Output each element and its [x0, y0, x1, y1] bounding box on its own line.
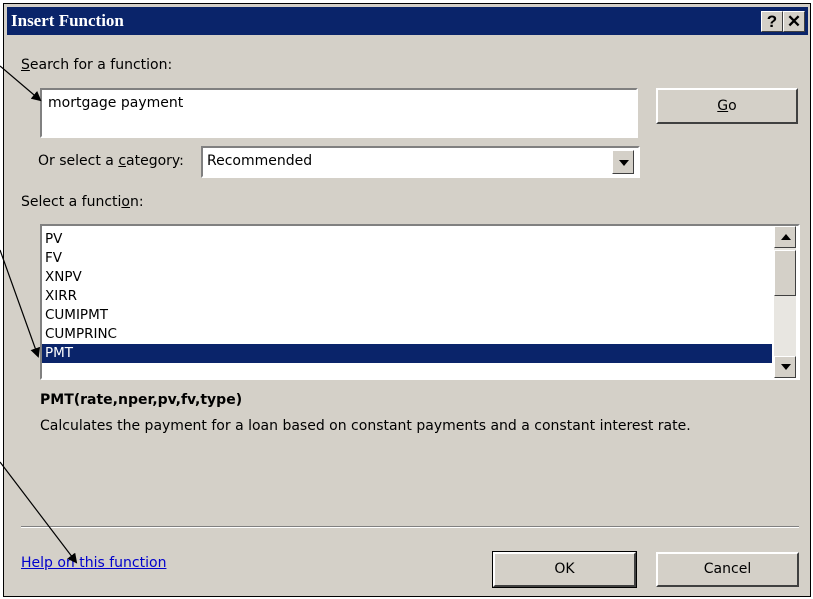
function-item-pv[interactable]: PV: [42, 230, 772, 249]
function-item-fv[interactable]: FV: [42, 249, 772, 268]
insert-function-dialog: Insert Function ? ✕ Search for a functio…: [3, 3, 811, 597]
scroll-thumb[interactable]: [774, 250, 796, 296]
help-icon: ?: [766, 12, 778, 31]
footer-divider: [21, 526, 799, 528]
help-on-function-link[interactable]: Help on this function: [21, 555, 166, 571]
cancel-button[interactable]: Cancel: [656, 552, 799, 587]
category-select[interactable]: Recommended: [201, 146, 640, 178]
scroll-down-button[interactable]: [774, 356, 796, 378]
function-list-items: PV FV XNPV XIRR CUMIPMT CUMPRINC PMT: [42, 230, 772, 363]
function-item-pmt[interactable]: PMT: [42, 344, 772, 363]
dialog-title: Insert Function: [11, 11, 124, 30]
function-item-cumipmt[interactable]: CUMIPMT: [42, 306, 772, 325]
close-button[interactable]: ✕: [783, 11, 805, 32]
category-selected: Recommended: [207, 153, 313, 169]
chevron-up-icon: [781, 234, 791, 240]
close-icon: ✕: [786, 12, 802, 31]
function-list-label: Select a function:: [21, 194, 144, 210]
help-button[interactable]: ?: [761, 11, 783, 32]
function-list-scrollbar[interactable]: [774, 226, 796, 378]
chevron-down-icon: [619, 160, 629, 166]
search-label-rest: earch for a function:: [29, 57, 173, 73]
function-list[interactable]: PV FV XNPV XIRR CUMIPMT CUMPRINC PMT: [40, 224, 800, 380]
search-input-value: mortgage payment: [48, 95, 184, 111]
function-item-xirr[interactable]: XIRR: [42, 287, 772, 306]
category-label: Or select a category:: [38, 153, 184, 169]
function-signature: PMT(rate,nper,pv,fv,type): [40, 392, 243, 408]
chevron-down-icon: [781, 364, 791, 370]
go-label-rest: o: [728, 98, 737, 114]
search-input[interactable]: mortgage payment: [40, 88, 638, 138]
function-item-xnpv[interactable]: XNPV: [42, 268, 772, 287]
function-description: Calculates the payment for a loan based …: [40, 418, 691, 434]
ok-button[interactable]: OK: [492, 551, 637, 588]
title-bar: Insert Function ? ✕: [7, 7, 808, 35]
function-item-cumprinc[interactable]: CUMPRINC: [42, 325, 772, 344]
search-label: Search for a function:: [21, 57, 173, 73]
category-dropdown-button[interactable]: [612, 150, 634, 174]
scroll-up-button[interactable]: [774, 226, 796, 248]
go-button[interactable]: Go: [656, 88, 798, 124]
